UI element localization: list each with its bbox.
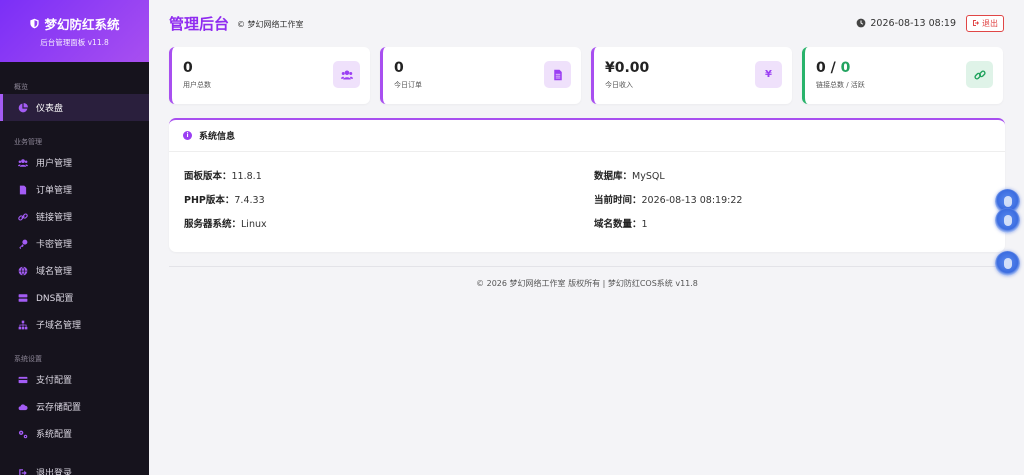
header-datetime: 2026-08-13 08:19 (870, 17, 956, 29)
sidebar-item-users[interactable]: 用户管理 (0, 149, 149, 176)
info-domain-count: 域名数量：1 (594, 216, 648, 230)
info-key: 数据库： (594, 171, 633, 182)
info-value: 2026-08-13 08:19:22 (641, 195, 743, 206)
credit-card-icon (18, 375, 28, 385)
server-icon (18, 293, 28, 303)
sidebar-item-cardkeys[interactable]: 卡密管理 (0, 230, 149, 257)
info-value: 11.8.1 (231, 171, 262, 182)
info-icon: i (183, 131, 192, 140)
floating-widget-button[interactable] (995, 208, 1020, 233)
sidebar: 梦幻防红系统 后台管理面板 v11.8 概览 仪表盘 业务管理 用户管理 订单管… (0, 0, 149, 475)
sidebar-item-subdomains[interactable]: 子域名管理 (0, 311, 149, 338)
info-key: 服务器系统： (184, 219, 242, 230)
header-datetime-wrap: 2026-08-13 08:19 (856, 18, 956, 29)
sidebar-item-dns[interactable]: DNS配置 (0, 284, 149, 311)
sidebar-item-label: 退出登录 (36, 469, 73, 475)
footer-divider (169, 266, 1005, 267)
sitemap-icon (18, 320, 28, 330)
info-value: MySQL (632, 171, 665, 182)
sidebar-item-label: 域名管理 (36, 267, 73, 277)
sidebar-item-label: 订单管理 (36, 186, 73, 196)
info-key: 面板版本： (184, 171, 232, 182)
info-value: 7.4.33 (234, 195, 265, 206)
sidebar-item-dashboard[interactable]: 仪表盘 (0, 94, 149, 121)
brand-title: 梦幻防红系统 (44, 17, 120, 32)
info-server-os: 服务器系统：Linux (184, 216, 267, 230)
info-current-time: 当前时间：2026-08-13 08:19:22 (594, 192, 742, 206)
file-icon (18, 185, 28, 195)
sign-out-icon (18, 468, 28, 475)
links-active: 0 (840, 60, 851, 76)
brand-header: 梦幻防红系统 后台管理面板 v11.8 (0, 0, 149, 62)
info-database: 数据库：MySQL (594, 168, 665, 182)
footer: © 2026 梦幻网络工作室 版权所有 | 梦幻防红COS系统 v11.8 (476, 279, 698, 288)
globe-icon (18, 265, 28, 276)
link-icon (18, 212, 28, 222)
cloud-icon (18, 402, 28, 412)
nav-section-settings: 系统设置 (14, 355, 42, 363)
sidebar-item-payment[interactable]: 支付配置 (0, 366, 149, 393)
panel-title: 系统信息 (199, 132, 236, 142)
brand-title-wrap: 梦幻防红系统 (29, 14, 120, 33)
sidebar-item-label: 仪表盘 (36, 104, 64, 114)
page-subtitle: © 梦幻网络工作室 (237, 20, 304, 29)
sidebar-item-label: 链接管理 (36, 213, 73, 223)
nav-section-business: 业务管理 (14, 138, 42, 146)
info-key: PHP版本： (184, 195, 235, 206)
brand-subtitle: 后台管理面板 v11.8 (40, 38, 109, 47)
users-icon (18, 158, 28, 168)
nav-section-overview: 概览 (14, 83, 28, 91)
top-header: 管理后台 © 梦幻网络工作室 2026-08-13 08:19 退出 (149, 0, 1024, 46)
key-icon (18, 239, 28, 249)
sidebar-item-cloud-storage[interactable]: 云存储配置 (0, 393, 149, 420)
info-value: 1 (641, 219, 648, 230)
pie-chart-icon (18, 102, 28, 113)
links-total: 0 (816, 60, 826, 76)
sidebar-item-label: DNS配置 (36, 294, 74, 304)
floating-widget-button[interactable] (995, 251, 1020, 276)
sidebar-item-label: 系统配置 (36, 430, 73, 440)
info-key: 当前时间： (594, 195, 642, 206)
users-icon (333, 61, 360, 88)
sidebar-item-domains[interactable]: 域名管理 (0, 257, 149, 284)
stat-card-links: 0 / 0 链接总数 / 活跃 (802, 47, 1003, 104)
stat-cards: 0 用户总数 0 今日订单 ¥0.00 今日收入 ¥ 0 / 0 链接总数 / … (169, 47, 1003, 104)
stat-card-orders: 0 今日订单 (380, 47, 581, 104)
sidebar-item-system-config[interactable]: 系统配置 (0, 420, 149, 447)
cogs-icon (18, 429, 28, 439)
file-icon (544, 61, 571, 88)
widget-glyph-icon (1003, 196, 1012, 207)
sidebar-item-logout[interactable]: 退出登录 (0, 459, 149, 475)
page-title: 管理后台 (169, 14, 230, 33)
clock-icon (857, 18, 866, 28)
sidebar-item-label: 云存储配置 (36, 403, 82, 413)
widget-glyph-icon (1003, 215, 1012, 226)
sidebar-item-label: 用户管理 (36, 159, 73, 169)
yen-icon: ¥ (755, 61, 782, 88)
widget-glyph-icon (1003, 258, 1012, 269)
logout-button[interactable]: 退出 (966, 14, 1004, 32)
logout-label: 退出 (982, 18, 998, 28)
info-key: 域名数量： (594, 219, 642, 230)
sidebar-item-orders[interactable]: 订单管理 (0, 176, 149, 203)
stat-card-income: ¥0.00 今日收入 ¥ (591, 47, 792, 104)
system-info-panel: i 系统信息 面板版本：11.8.1 PHP版本：7.4.33 服务器系统：Li… (169, 118, 1005, 252)
info-php-version: PHP版本：7.4.33 (184, 192, 265, 206)
link-icon (966, 61, 993, 88)
sidebar-item-label: 子域名管理 (36, 321, 82, 331)
sign-out-icon (973, 20, 979, 26)
links-sep: / (825, 60, 841, 76)
shield-icon (30, 18, 40, 29)
panel-header: i 系统信息 (169, 120, 1005, 152)
sidebar-item-label: 卡密管理 (36, 240, 73, 250)
sidebar-item-label: 支付配置 (36, 376, 73, 386)
info-value: Linux (241, 219, 267, 230)
info-panel-version: 面板版本：11.8.1 (184, 168, 262, 182)
header-right: 2026-08-13 08:19 退出 (856, 14, 1004, 32)
stat-card-users: 0 用户总数 (169, 47, 370, 104)
sidebar-item-links[interactable]: 链接管理 (0, 203, 149, 230)
